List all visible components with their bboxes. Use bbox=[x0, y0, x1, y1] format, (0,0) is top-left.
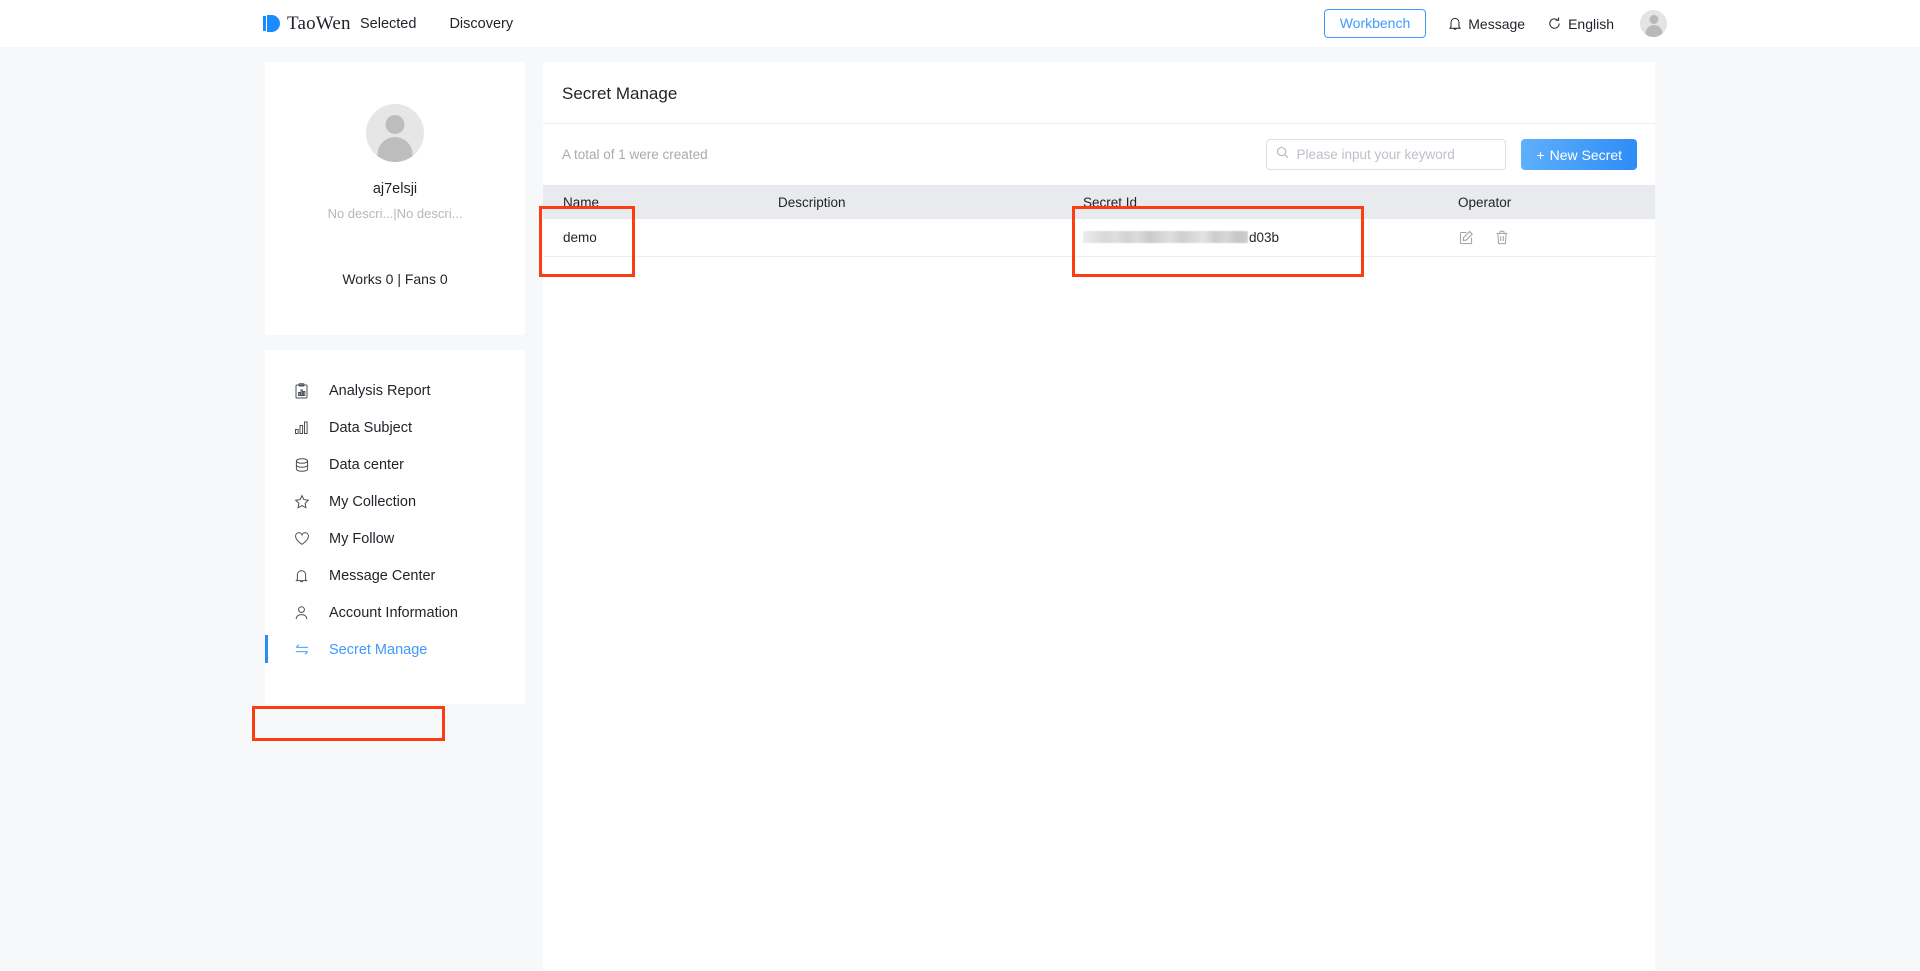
database-icon bbox=[293, 456, 310, 473]
sidebar-item-message-center[interactable]: Message Center bbox=[265, 557, 525, 594]
search-input[interactable] bbox=[1296, 147, 1497, 162]
header-actions: Workbench Message English bbox=[1323, 0, 1667, 47]
star-icon bbox=[293, 493, 310, 510]
bell-icon bbox=[293, 567, 310, 584]
secrets-table: Name Description Secret Id Operator demo… bbox=[543, 185, 1655, 257]
report-icon bbox=[293, 382, 310, 399]
annotation-box-sidebar-secret-manage bbox=[252, 706, 445, 741]
sidebar-item-label: My Follow bbox=[329, 530, 395, 547]
toolbar-actions: + New Secret bbox=[1266, 139, 1637, 170]
brand-logo[interactable]: TaoWen bbox=[263, 0, 351, 47]
sidebar-item-label: Account Information bbox=[329, 604, 458, 621]
exchange-icon bbox=[293, 641, 310, 658]
user-icon bbox=[293, 604, 310, 621]
plus-icon: + bbox=[1536, 146, 1545, 163]
nav-item-discovery[interactable]: Discovery bbox=[449, 16, 513, 32]
sidebar: aj7elsji No descri...|No descri... Works… bbox=[265, 62, 525, 704]
bar-chart-icon bbox=[293, 419, 310, 436]
table-row: demo d03b bbox=[543, 219, 1655, 257]
edit-icon[interactable] bbox=[1459, 230, 1474, 245]
message-button[interactable]: Message bbox=[1448, 16, 1525, 32]
sidebar-item-secret-manage[interactable]: Secret Manage bbox=[265, 631, 525, 668]
cell-secret-id: d03b bbox=[1063, 219, 1438, 257]
message-label: Message bbox=[1468, 15, 1526, 32]
new-secret-label: New Secret bbox=[1549, 146, 1622, 163]
sidebar-item-label: Analysis Report bbox=[329, 382, 431, 399]
total-count-text: A total of 1 were created bbox=[562, 147, 708, 162]
profile-card: aj7elsji No descri...|No descri... Works… bbox=[265, 62, 525, 335]
nav-item-selected[interactable]: Selected bbox=[360, 16, 416, 32]
cell-description bbox=[758, 219, 1063, 257]
column-header-secret-id: Secret Id bbox=[1063, 185, 1438, 219]
heart-icon bbox=[293, 530, 310, 547]
brand-name: TaoWen bbox=[287, 12, 351, 34]
sidebar-item-my-collection[interactable]: My Collection bbox=[265, 483, 525, 520]
search-icon bbox=[1276, 146, 1289, 164]
profile-description: No descri...|No descri... bbox=[327, 206, 463, 221]
sidebar-item-account-information[interactable]: Account Information bbox=[265, 594, 525, 631]
avatar[interactable] bbox=[1640, 10, 1667, 37]
sidebar-item-label: Message Center bbox=[329, 567, 436, 584]
page-title: Secret Manage bbox=[562, 84, 678, 103]
table-header-row: Name Description Secret Id Operator bbox=[543, 185, 1655, 219]
language-label: English bbox=[1568, 15, 1614, 32]
sidebar-item-analysis-report[interactable]: Analysis Report bbox=[265, 372, 525, 409]
new-secret-button[interactable]: + New Secret bbox=[1521, 139, 1637, 170]
toolbar: A total of 1 were created + New Secret bbox=[543, 124, 1655, 185]
column-header-name: Name bbox=[543, 185, 758, 219]
sidebar-item-label: Secret Manage bbox=[329, 641, 428, 658]
language-switcher[interactable]: English bbox=[1547, 16, 1614, 32]
bell-icon bbox=[1448, 16, 1462, 31]
search-box[interactable] bbox=[1266, 139, 1507, 170]
primary-nav: Selected Discovery bbox=[360, 0, 513, 47]
workbench-button[interactable]: Workbench bbox=[1323, 9, 1427, 38]
sidebar-item-data-center[interactable]: Data center bbox=[265, 446, 525, 483]
main-panel: Secret Manage A total of 1 were created … bbox=[543, 62, 1655, 971]
sidebar-item-data-subject[interactable]: Data Subject bbox=[265, 409, 525, 446]
sidebar-item-label: Data center bbox=[329, 456, 404, 473]
column-header-description: Description bbox=[758, 185, 1063, 219]
column-header-operator: Operator bbox=[1438, 185, 1655, 219]
sidebar-item-my-follow[interactable]: My Follow bbox=[265, 520, 525, 557]
sidebar-menu: Analysis Report Data Subject Data center… bbox=[265, 350, 525, 704]
profile-avatar[interactable] bbox=[366, 104, 424, 162]
top-header: TaoWen Selected Discovery Workbench Mess… bbox=[0, 0, 1920, 47]
profile-stats: Works 0 | Fans 0 bbox=[342, 271, 448, 287]
page-body: aj7elsji No descri...|No descri... Works… bbox=[0, 47, 1920, 971]
delete-icon[interactable] bbox=[1495, 230, 1509, 245]
cell-operator bbox=[1438, 219, 1655, 257]
secret-id-suffix: d03b bbox=[1249, 229, 1280, 245]
masked-secret-id bbox=[1083, 231, 1248, 244]
cell-name: demo bbox=[543, 219, 758, 257]
active-indicator bbox=[265, 635, 268, 663]
refresh-icon bbox=[1547, 16, 1562, 31]
profile-name: aj7elsji bbox=[372, 181, 418, 197]
taowen-logo-icon bbox=[263, 15, 280, 32]
sidebar-item-label: My Collection bbox=[329, 493, 417, 510]
sidebar-item-label: Data Subject bbox=[329, 419, 413, 436]
